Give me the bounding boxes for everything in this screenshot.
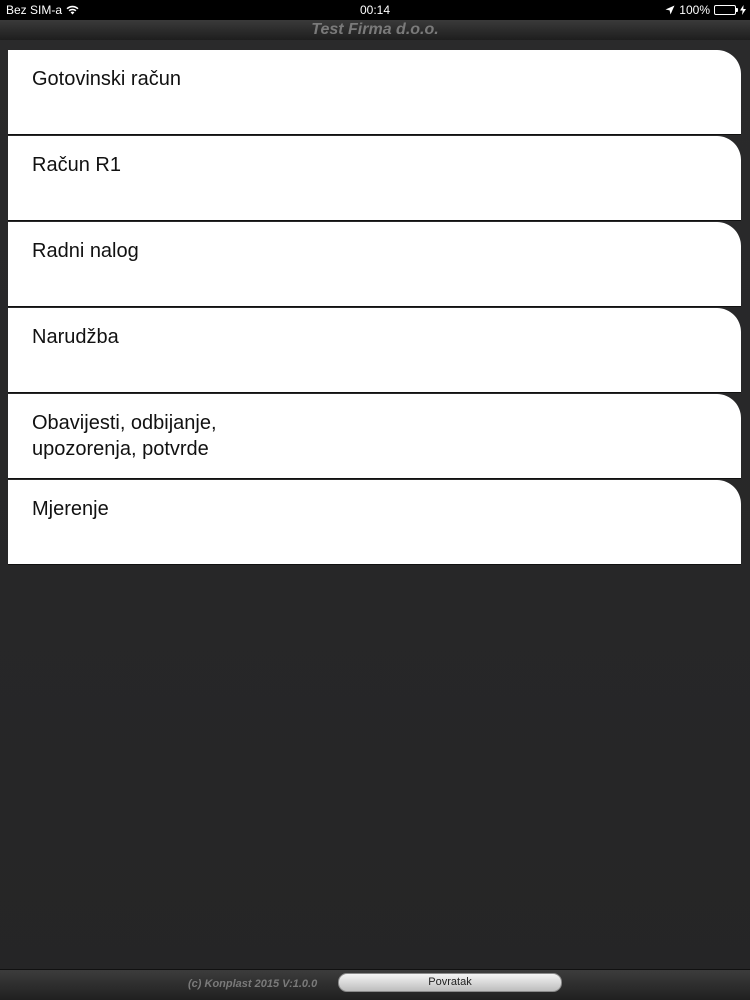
bottom-bar: (c) Konplast 2015 V:1.0.0 Povratak (0, 969, 750, 1000)
copyright-label: (c) Konplast 2015 V:1.0.0 (188, 978, 318, 990)
menu-list: Gotovinski račun Račun R1 Radni nalog Na… (8, 50, 741, 566)
menu-item-narudzba[interactable]: Narudžba (8, 308, 741, 392)
location-icon (665, 5, 675, 15)
charging-icon (740, 5, 746, 15)
title-bar: Test Firma d.o.o. (0, 20, 750, 40)
menu-item-label: Obavijesti, odbijanje, upozorenja, potvr… (32, 412, 217, 460)
menu-item-gotovinski-racun[interactable]: Gotovinski račun (8, 50, 741, 134)
status-time: 00:14 (359, 3, 391, 17)
battery-percent: 100% (679, 3, 710, 17)
menu-item-radni-nalog[interactable]: Radni nalog (8, 222, 741, 306)
menu-item-label: Mjerenje (32, 498, 109, 520)
menu-item-label: Narudžba (32, 326, 119, 348)
back-button[interactable]: Povratak (338, 973, 562, 992)
page-title: Test Firma d.o.o. (311, 21, 439, 38)
menu-item-label: Račun R1 (32, 154, 121, 176)
menu-item-racun-r1[interactable]: Račun R1 (8, 136, 741, 220)
menu-item-mjerenje[interactable]: Mjerenje (8, 480, 741, 564)
menu-item-label: Radni nalog (32, 240, 139, 262)
battery-icon (714, 5, 738, 15)
status-bar: Bez SIM-a 00:14 100% (0, 0, 750, 20)
menu-item-obavijesti[interactable]: Obavijesti, odbijanje, upozorenja, potvr… (8, 394, 741, 478)
menu-item-label: Gotovinski račun (32, 68, 181, 90)
